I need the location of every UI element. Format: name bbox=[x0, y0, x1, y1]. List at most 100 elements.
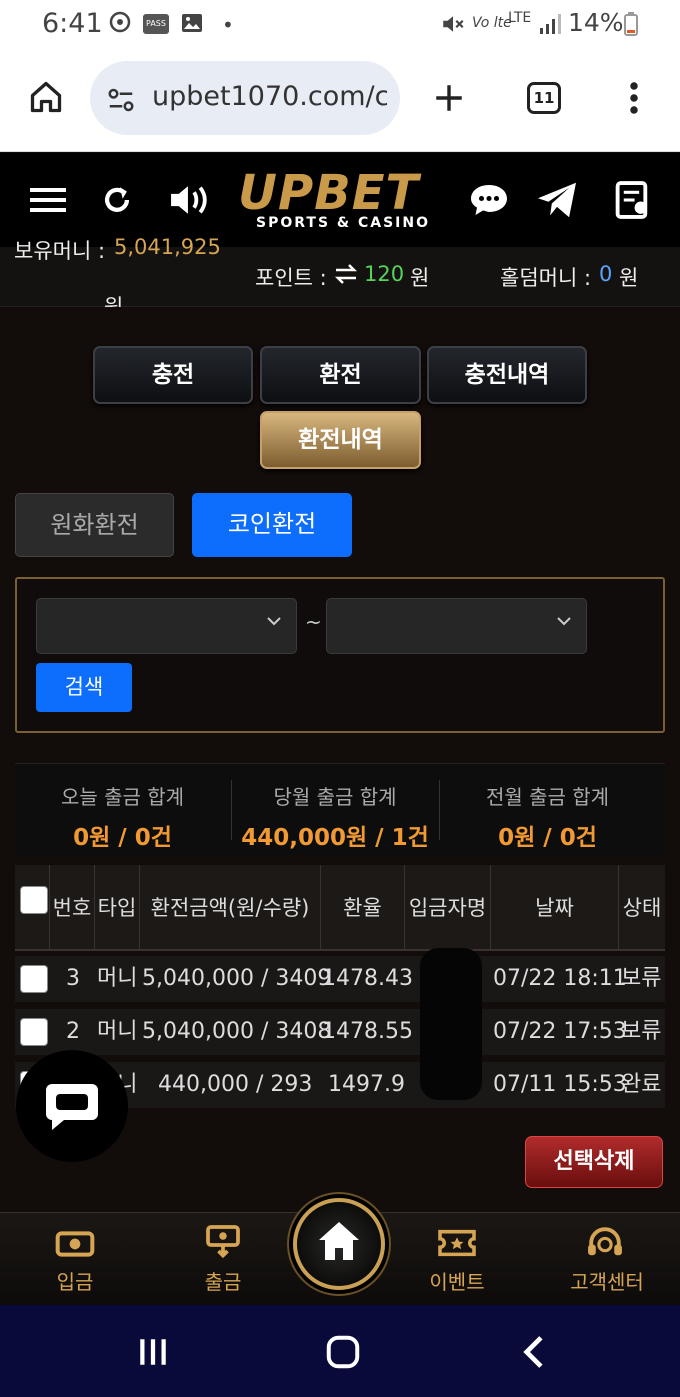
date-from-select[interactable] bbox=[36, 598, 297, 654]
url-text[interactable]: upbet1070.com/c bbox=[152, 81, 387, 112]
row-rate: 1497.9 bbox=[328, 1072, 405, 1097]
point-label: 포인트 : bbox=[255, 266, 327, 290]
point-unit: 원 bbox=[410, 266, 430, 290]
row-checkbox[interactable] bbox=[20, 965, 48, 993]
header-rate: 환율 bbox=[321, 865, 405, 951]
site-logo[interactable]: UPBET bbox=[238, 165, 419, 221]
notepad-icon[interactable] bbox=[614, 180, 652, 224]
summary-last-month-label: 전월 출금 합계 bbox=[485, 785, 610, 809]
battery-icon bbox=[624, 12, 638, 41]
summary-today-value: 0원 / 0건 bbox=[73, 825, 172, 851]
browser-toolbar: upbet1070.com/c 11 bbox=[0, 52, 680, 152]
row-status: 보류 bbox=[621, 1019, 662, 1044]
nav-event-label[interactable]: 이벤트 bbox=[415, 1266, 499, 1295]
chevron-down-icon bbox=[267, 617, 281, 626]
header-checkbox-cell bbox=[15, 865, 50, 951]
holdem-value: 0 bbox=[599, 262, 613, 286]
header-status: 상태 bbox=[622, 896, 662, 920]
row-rate: 1478.55 bbox=[322, 1019, 413, 1044]
row-rate: 1478.43 bbox=[322, 966, 413, 991]
mute-icon bbox=[440, 11, 466, 42]
row-amount: 440,000 / 293 bbox=[158, 1072, 313, 1097]
balance-value: 5,041,925 bbox=[114, 235, 221, 259]
search-button[interactable]: 검색 bbox=[36, 663, 132, 712]
site-logo-subtitle: SPORTS & CASINO bbox=[256, 215, 431, 231]
summary-this-month-label: 당월 출금 합계 bbox=[273, 785, 397, 809]
row-type: 머니 bbox=[97, 1019, 138, 1044]
chat-bubble-icon[interactable] bbox=[468, 181, 510, 223]
system-home-icon[interactable] bbox=[324, 1333, 362, 1375]
row-date: 07/22 17:53 bbox=[493, 1019, 627, 1044]
new-tab-icon[interactable] bbox=[432, 81, 466, 119]
holdem-label: 홀덤머니 : bbox=[500, 266, 592, 290]
sync-icon bbox=[108, 10, 132, 39]
nav-home-button[interactable] bbox=[293, 1198, 385, 1290]
signal-icon bbox=[538, 12, 562, 41]
nav-withdraw-label[interactable]: 출금 bbox=[188, 1266, 258, 1295]
summary-today-label: 오늘 출금 합계 bbox=[60, 785, 185, 809]
redaction-mark bbox=[420, 948, 482, 1100]
date-to-select[interactable] bbox=[326, 598, 587, 654]
row-amount: 5,040,000 / 3408 bbox=[142, 1019, 332, 1044]
balance-label: 보유머니 : bbox=[14, 239, 106, 263]
nav-support-label[interactable]: 고객센터 bbox=[560, 1266, 654, 1295]
chat-icon bbox=[44, 1080, 100, 1136]
subtab-coin-exchange[interactable]: 코인환전 bbox=[192, 493, 352, 557]
refresh-icon[interactable] bbox=[100, 183, 134, 221]
hamburger-menu-icon[interactable] bbox=[30, 185, 66, 219]
tab-withdraw-history[interactable]: 환전내역 bbox=[260, 411, 421, 469]
tab-withdraw[interactable]: 환전 bbox=[260, 346, 421, 404]
telegram-icon[interactable] bbox=[536, 181, 578, 223]
live-chat-button[interactable] bbox=[16, 1050, 128, 1162]
system-navigation-bar bbox=[0, 1305, 680, 1397]
pass-icon: PASS bbox=[143, 14, 169, 34]
site-settings-icon[interactable] bbox=[106, 85, 136, 119]
row-amount: 5,040,000 / 3409 bbox=[142, 966, 332, 991]
ticket-icon[interactable] bbox=[437, 1226, 477, 1264]
row-checkbox[interactable] bbox=[20, 1018, 48, 1046]
site-header: UPBET SPORTS & CASINO bbox=[0, 153, 680, 247]
gallery-icon bbox=[180, 11, 204, 40]
chevron-down-icon bbox=[557, 617, 571, 626]
header-date: 날짜 bbox=[491, 865, 619, 951]
more-vert-icon[interactable] bbox=[620, 80, 648, 120]
summary-this-month: 당월 출금 합계 440,000원 / 1건 bbox=[231, 764, 439, 856]
delete-selected-button[interactable]: 선택삭제 bbox=[525, 1136, 663, 1188]
subtab-krw-exchange[interactable]: 원화환전 bbox=[15, 493, 174, 557]
withdraw-icon[interactable] bbox=[205, 1224, 241, 1264]
row-date: 07/11 15:53 bbox=[493, 1072, 627, 1097]
row-date: 07/22 18:11 bbox=[493, 966, 627, 991]
status-bar: 6:41 PASS • Vo lte LTE 14% bbox=[0, 0, 680, 52]
summary-this-month-value: 440,000원 / 1건 bbox=[241, 825, 429, 851]
row-no: 2 bbox=[66, 1019, 80, 1044]
back-icon[interactable] bbox=[518, 1333, 548, 1375]
row-no: 3 bbox=[66, 966, 80, 991]
tab-deposit-history[interactable]: 충전내역 bbox=[427, 346, 587, 404]
summary-last-month-value: 0원 / 0건 bbox=[498, 825, 597, 851]
tab-switcher-icon[interactable]: 11 bbox=[527, 82, 561, 114]
lte-icon: LTE bbox=[508, 10, 532, 26]
swap-icon[interactable] bbox=[334, 264, 358, 289]
account-info-bar: 보유머니 : 5,041,925 원 포인트 : 120 원 홀덤머니 : 0 … bbox=[0, 235, 680, 319]
nav-deposit-label[interactable]: 입금 bbox=[40, 1266, 110, 1295]
holdem-unit: 원 bbox=[619, 266, 639, 290]
date-separator: ~ bbox=[305, 610, 322, 634]
header-no: 번호 bbox=[50, 865, 95, 951]
sound-icon[interactable] bbox=[168, 181, 214, 223]
battery-level: 14% bbox=[568, 8, 624, 37]
summary-last-month: 전월 출금 합계 0원 / 0건 bbox=[440, 764, 655, 856]
header-amount: 환전금액(원/수량) bbox=[140, 865, 321, 951]
deposit-icon[interactable] bbox=[55, 1228, 95, 1264]
home-icon bbox=[315, 1218, 363, 1270]
row-type: 머니 bbox=[97, 966, 138, 991]
summary-today: 오늘 출금 합계 0원 / 0건 bbox=[15, 764, 230, 856]
support-icon[interactable] bbox=[585, 1224, 625, 1266]
row-status: 보류 bbox=[621, 966, 662, 991]
status-time: 6:41 bbox=[42, 8, 103, 39]
row-status: 완료 bbox=[621, 1072, 662, 1097]
home-icon[interactable] bbox=[28, 79, 64, 119]
recent-apps-icon[interactable] bbox=[136, 1335, 170, 1373]
tab-deposit[interactable]: 충전 bbox=[93, 346, 253, 404]
withdraw-summary: 오늘 출금 합계 0원 / 0건 당월 출금 합계 440,000원 / 1건 … bbox=[15, 763, 665, 855]
notification-dot-icon: • bbox=[222, 13, 234, 37]
